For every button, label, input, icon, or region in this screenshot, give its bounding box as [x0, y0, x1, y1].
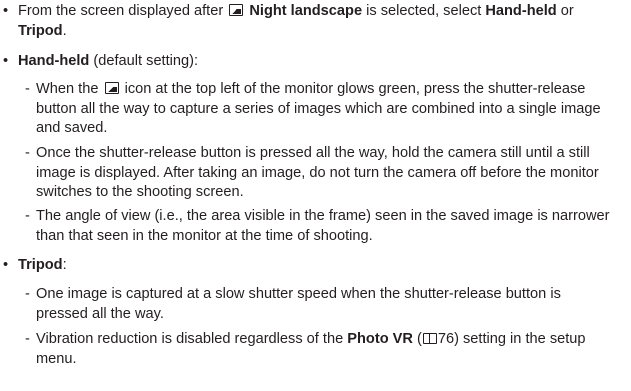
dash-marker: -	[25, 208, 30, 224]
tripod-note-2: - Vibration reduction is disabled regard…	[25, 331, 586, 367]
hand-held-note-1: - When the icon at the top left of the m…	[25, 81, 601, 136]
bullet-text: From the screen displayed after Night la…	[18, 3, 574, 39]
scene-name: Night landscape	[249, 3, 363, 19]
bullet-marker: •	[3, 53, 9, 69]
night-landscape-icon	[104, 82, 119, 94]
bullet-marker: •	[3, 257, 9, 273]
tripod-note-1: - One image is captured at a slow shutte…	[25, 286, 561, 322]
hand-held-heading: Hand-held	[18, 53, 90, 69]
page-reference[interactable]: 76	[438, 331, 454, 347]
hand-held-note-3: - The angle of view (i.e., the area visi…	[25, 208, 610, 244]
bullet-marker: •	[3, 3, 9, 19]
bullet-select-mode: • From the screen displayed after Night …	[3, 2, 623, 41]
bullet-tripod: • Tripod:	[3, 256, 623, 276]
tripod-heading: Tripod	[18, 257, 63, 273]
dash-marker: -	[25, 286, 30, 302]
photo-vr-setting: Photo VR	[347, 331, 413, 347]
option-hand-held: Hand-held	[485, 3, 557, 19]
dash-marker: -	[25, 331, 30, 347]
night-landscape-icon	[229, 4, 244, 16]
dash-marker: -	[25, 81, 30, 97]
hand-held-note-2: - Once the shutter-release button is pre…	[25, 145, 599, 200]
manual-page: • From the screen displayed after Night …	[0, 0, 631, 391]
dash-marker: -	[25, 145, 30, 161]
bullet-hand-held: • Hand-held (default setting):	[3, 52, 623, 72]
book-reference-icon	[422, 333, 437, 344]
option-tripod: Tripod	[18, 22, 63, 39]
